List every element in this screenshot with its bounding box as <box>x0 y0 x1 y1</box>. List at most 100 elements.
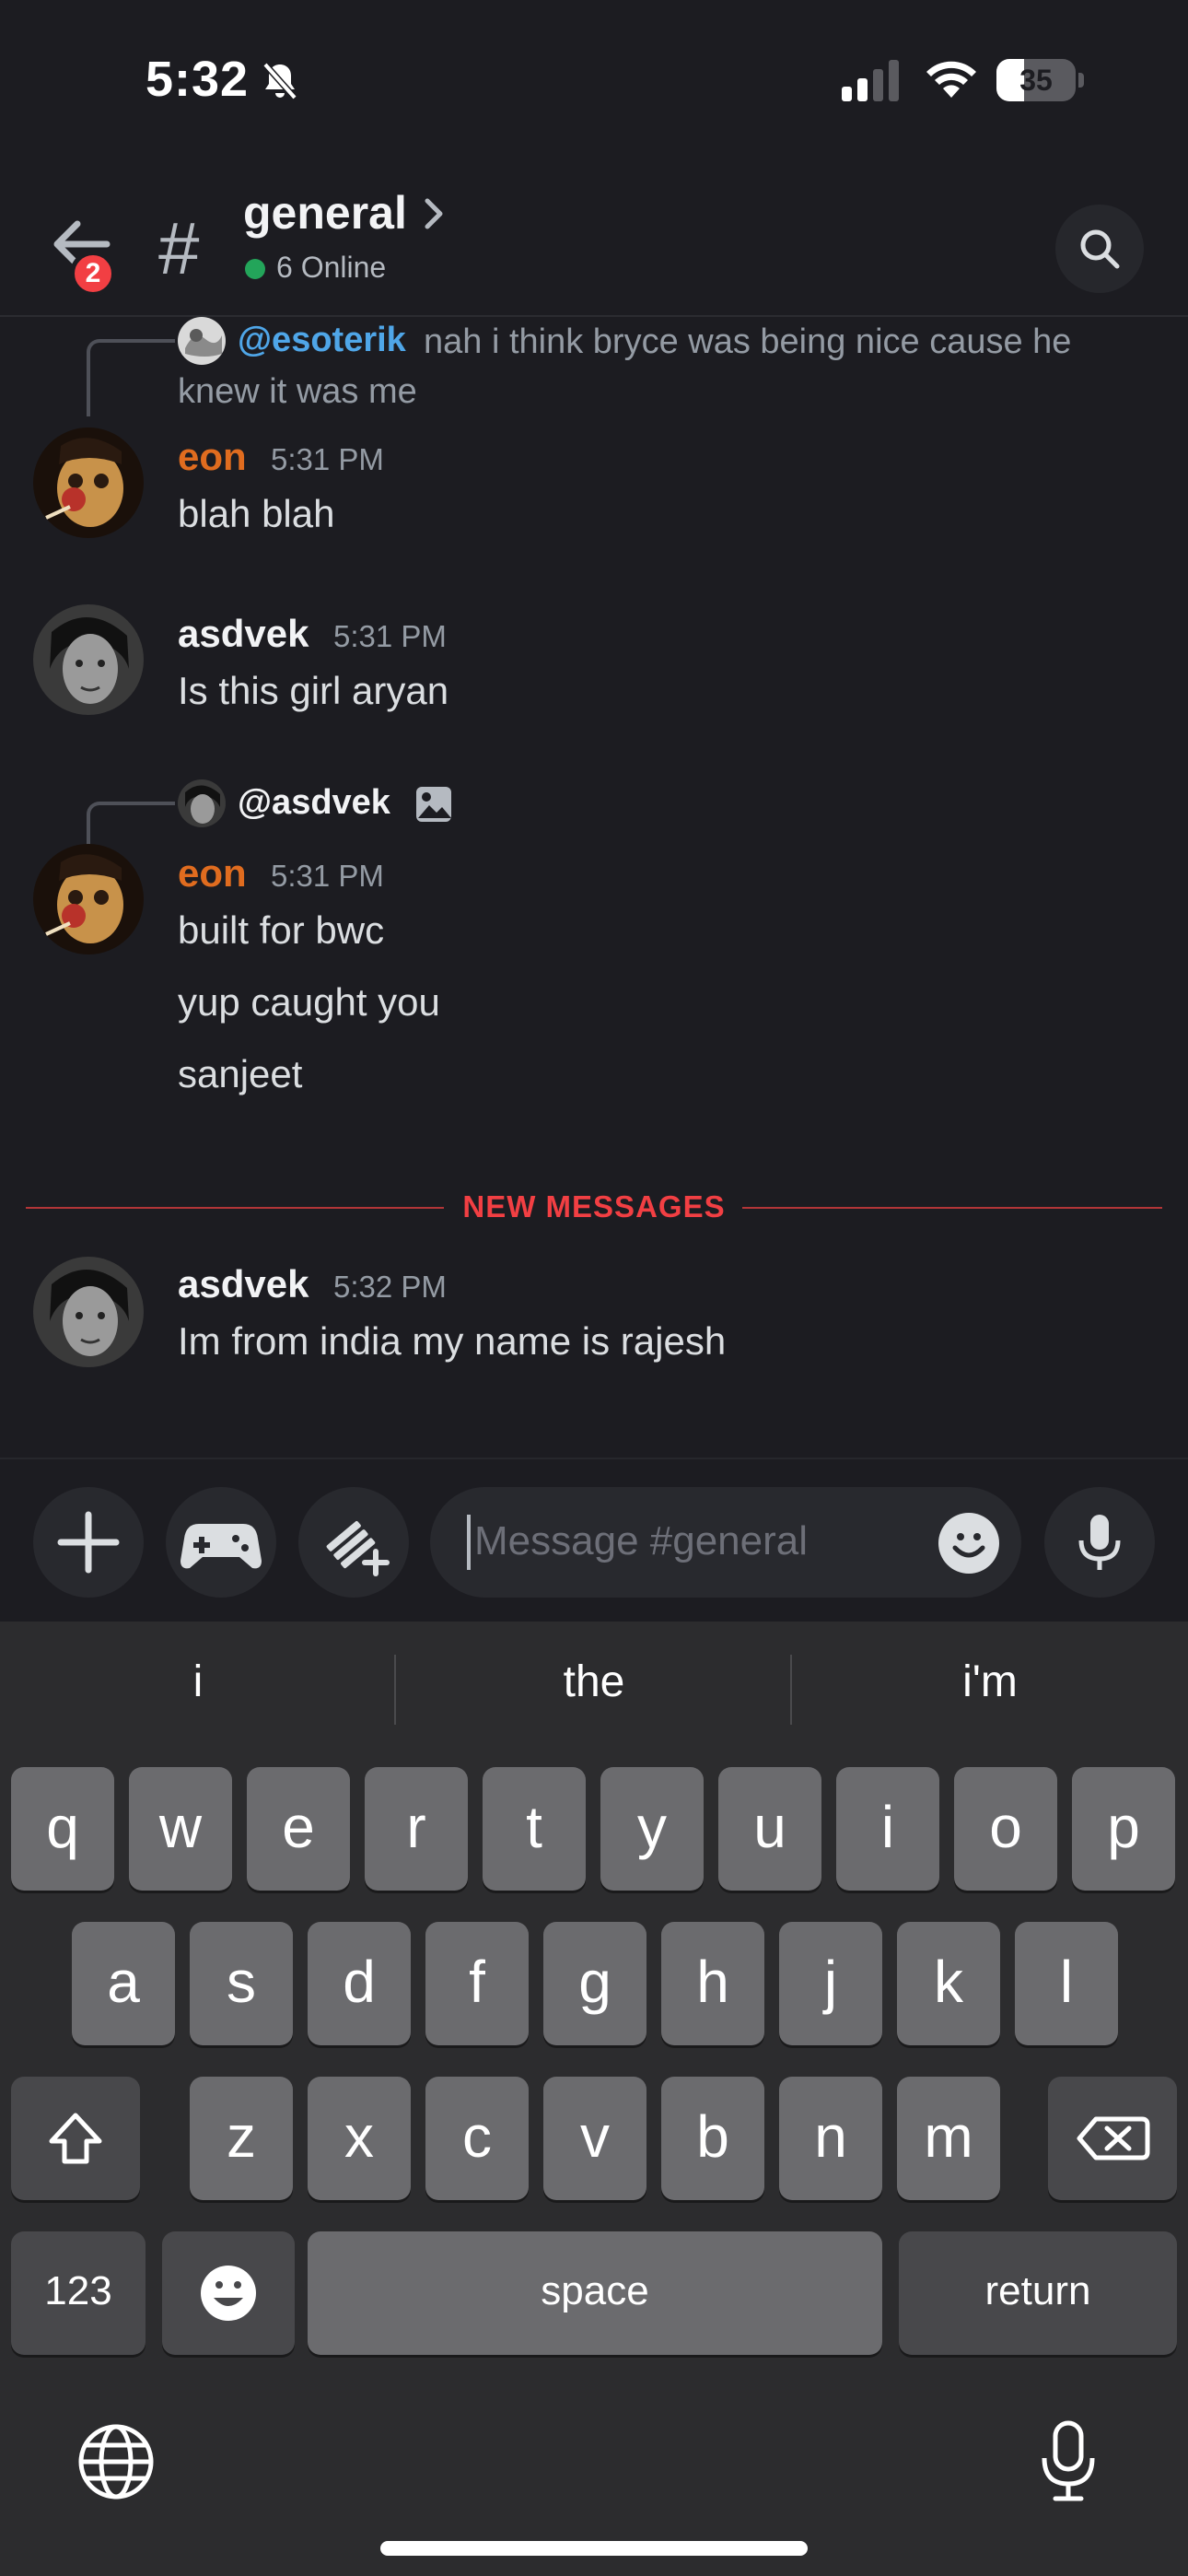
hash-icon: # <box>158 207 200 289</box>
channel-header: 2 # general 6 Online <box>0 157 1188 317</box>
cellular-signal-icon <box>842 60 899 101</box>
key-j[interactable]: j <box>779 1922 882 2045</box>
author-name[interactable]: asdvek <box>178 612 309 656</box>
shift-key[interactable] <box>11 2077 140 2200</box>
key-m[interactable]: m <box>897 2077 1000 2200</box>
reply-preview[interactable]: nah i think bryce was being nice cause h… <box>424 317 1071 367</box>
numbers-key[interactable]: 123 <box>11 2231 146 2355</box>
battery-level: 35 <box>1019 64 1053 97</box>
message-composer: Message #general <box>0 1458 1188 1622</box>
unread-badge: 2 <box>70 251 116 297</box>
key-c[interactable]: c <box>425 2077 529 2200</box>
key-d[interactable]: d <box>308 1922 411 2045</box>
key-l[interactable]: l <box>1015 1922 1118 2045</box>
key-i[interactable]: i <box>836 1767 939 1891</box>
key-r[interactable]: r <box>365 1767 468 1891</box>
message-text[interactable]: built for bwc <box>178 908 384 953</box>
backspace-icon <box>1077 2116 1150 2160</box>
key-v[interactable]: v <box>543 2077 646 2200</box>
bell-slash-icon <box>262 62 297 100</box>
timestamp: 5:32 PM <box>333 1270 447 1304</box>
key-f[interactable]: f <box>425 1922 529 2045</box>
return-key[interactable]: return <box>899 2231 1177 2355</box>
gift-icon <box>326 1520 390 1576</box>
key-b[interactable]: b <box>661 2077 764 2200</box>
reply-preview-continued[interactable]: knew it was me <box>178 367 417 416</box>
author-name[interactable]: asdvek <box>178 1262 309 1306</box>
message-text[interactable]: blah blah <box>178 492 334 536</box>
add-attachment-button[interactable] <box>33 1487 144 1598</box>
shift-icon <box>49 2113 102 2164</box>
new-messages-divider: NEW MESSAGES <box>26 1180 1162 1235</box>
home-indicator[interactable] <box>380 2541 808 2556</box>
gamepad-icon <box>181 1524 262 1569</box>
key-s[interactable]: s <box>190 1922 293 2045</box>
timestamp: 5:31 PM <box>271 442 384 476</box>
message-placeholder: Message #general <box>474 1518 809 1563</box>
emoji-key-icon <box>201 2266 256 2321</box>
key-k[interactable]: k <box>897 1922 1000 2045</box>
suggestion-item[interactable]: the <box>396 1657 792 1707</box>
apps-button[interactable] <box>166 1487 276 1598</box>
author-name[interactable]: eon <box>178 851 247 896</box>
dictation-icon[interactable] <box>1041 2419 1096 2504</box>
key-w[interactable]: w <box>129 1767 232 1891</box>
keyboard: i the i'm q w e r t y u i o p a s d f g … <box>0 1622 1188 2576</box>
emoji-button[interactable] <box>938 1513 999 1574</box>
key-o[interactable]: o <box>954 1767 1057 1891</box>
emoji-key[interactable] <box>162 2231 295 2355</box>
reply-mention[interactable]: @esoterik <box>238 321 406 360</box>
suggestion-item[interactable]: i'm <box>792 1657 1188 1707</box>
key-h[interactable]: h <box>661 1922 764 2045</box>
globe-icon[interactable] <box>77 2423 155 2500</box>
avatar[interactable] <box>33 427 144 538</box>
reply-avatar <box>178 779 226 827</box>
wifi-icon <box>926 61 976 98</box>
key-t[interactable]: t <box>483 1767 586 1891</box>
emoji-icon <box>952 1533 985 1558</box>
gift-button[interactable] <box>298 1487 409 1598</box>
reply-avatar <box>178 317 226 365</box>
avatar[interactable] <box>33 604 144 715</box>
key-x[interactable]: x <box>308 2077 411 2200</box>
timestamp: 5:31 PM <box>271 859 384 893</box>
message-input[interactable]: Message #general <box>430 1487 1021 1598</box>
message-text[interactable]: Im from india my name is rajesh <box>178 1319 726 1364</box>
online-indicator <box>245 259 265 279</box>
status-time: 5:32 <box>146 52 250 107</box>
reply-connector <box>87 339 175 416</box>
avatar[interactable] <box>33 844 144 954</box>
key-q[interactable]: q <box>11 1767 114 1891</box>
new-messages-label: NEW MESSAGES <box>462 1189 726 1224</box>
key-a[interactable]: a <box>72 1922 175 2045</box>
key-y[interactable]: y <box>600 1767 704 1891</box>
author-name[interactable]: eon <box>178 435 247 479</box>
suggestion-item[interactable]: i <box>0 1657 396 1707</box>
plus-icon <box>57 1511 120 1574</box>
chevron-right-icon[interactable] <box>422 195 448 232</box>
key-u[interactable]: u <box>718 1767 821 1891</box>
microphone-icon <box>1078 1515 1121 1570</box>
online-count: 6 Online <box>276 251 387 284</box>
message-text[interactable]: sanjeet <box>178 1052 302 1096</box>
message-text[interactable]: yup caught you <box>178 980 440 1025</box>
reply-mention[interactable]: @asdvek <box>238 783 390 823</box>
key-e[interactable]: e <box>247 1767 350 1891</box>
search-button[interactable] <box>1055 205 1144 293</box>
text-caret <box>467 1515 471 1570</box>
timestamp: 5:31 PM <box>333 619 447 653</box>
reply-connector <box>87 802 175 846</box>
backspace-key[interactable] <box>1048 2077 1177 2200</box>
key-n[interactable]: n <box>779 2077 882 2200</box>
avatar[interactable] <box>33 1257 144 1367</box>
channel-name[interactable]: general <box>243 186 407 240</box>
message-list[interactable]: @esoterik nah i think bryce was being ni… <box>0 317 1188 1459</box>
key-z[interactable]: z <box>190 2077 293 2200</box>
voice-message-button[interactable] <box>1044 1487 1155 1598</box>
search-icon <box>1080 229 1120 269</box>
image-icon <box>416 787 451 822</box>
key-p[interactable]: p <box>1072 1767 1175 1891</box>
key-g[interactable]: g <box>543 1922 646 2045</box>
message-text[interactable]: Is this girl aryan <box>178 669 448 713</box>
space-key[interactable]: space <box>308 2231 882 2355</box>
